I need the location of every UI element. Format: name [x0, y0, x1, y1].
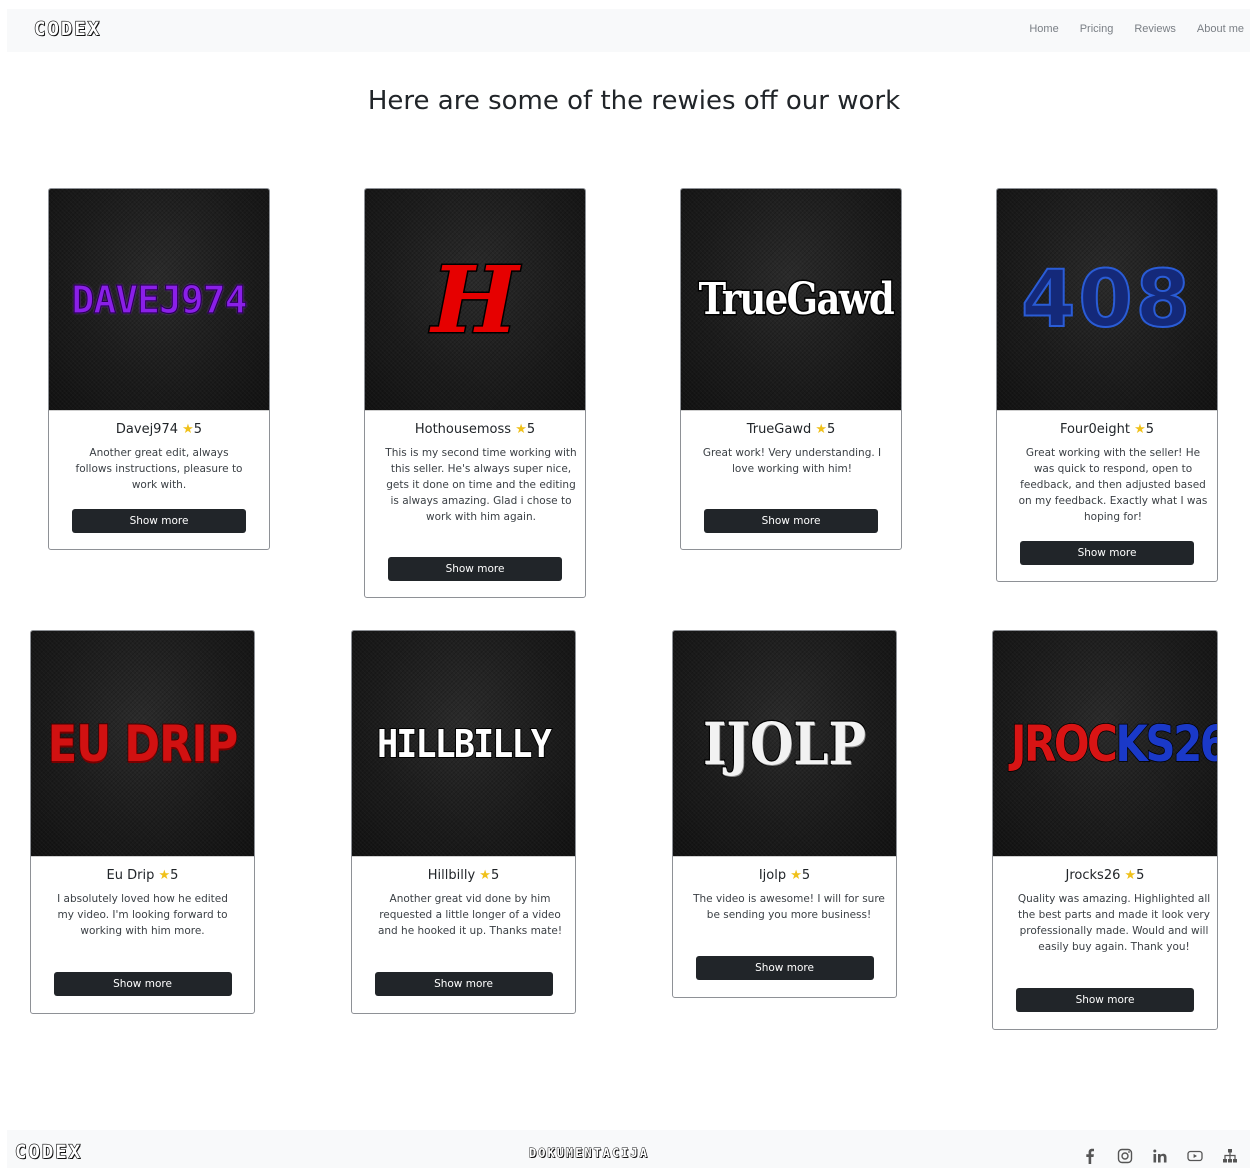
reviewer-name: Four0eight	[1059, 422, 1130, 437]
rating-value: 5	[1136, 868, 1145, 883]
review-text: Great working with the seller! He was qu…	[1018, 447, 1208, 523]
review-card-hothousemoss: H Hothousemoss ★5 This is my second time…	[364, 188, 586, 598]
review-title: Four0eight ★5	[1015, 422, 1199, 437]
star-icon: ★	[479, 868, 491, 883]
navbar: CODEX Home Pricing Reviews About me	[7, 9, 1250, 52]
review-text: I absolutely loved how he edited my vide…	[57, 893, 228, 937]
review-thumbnail: JROCKS26	[993, 631, 1217, 857]
review-card-truegawd: TrueGawd TrueGawd ★5 Great work! Very un…	[680, 188, 902, 550]
review-logo-image: HILLBILLY	[376, 721, 553, 766]
show-more-button[interactable]: Show more	[704, 509, 878, 533]
show-more-button[interactable]: Show more	[1020, 541, 1194, 565]
star-icon: ★	[1134, 422, 1146, 437]
reviewer-name: Hillbilly	[427, 868, 476, 883]
page-title: Here are some of the rewies off our work	[367, 86, 901, 116]
review-card-davej974: DAVEJ974 Davej974 ★5 Another great edit,…	[48, 188, 270, 550]
star-icon: ★	[815, 422, 828, 437]
show-more-button[interactable]: Show more	[72, 509, 246, 533]
reviewer-name: TrueGawd	[746, 422, 812, 437]
star-icon: ★	[182, 422, 194, 437]
sitemap-icon[interactable]	[1222, 1148, 1240, 1164]
review-card-ijolp: IJOLP Ijolp ★5 The video is awesome! I w…	[672, 630, 897, 998]
nav-link-home[interactable]: Home	[1029, 23, 1058, 35]
rating-value: 5	[801, 868, 811, 883]
review-text: The video is awesome! I will for sure be…	[693, 893, 885, 921]
review-title: TrueGawd ★5	[699, 422, 883, 437]
review-thumbnail: IJOLP	[673, 631, 896, 857]
review-title: Davej974 ★5	[67, 422, 251, 437]
review-thumbnail: HILLBILLY	[352, 631, 575, 857]
show-more-button[interactable]: Show more	[695, 956, 874, 980]
show-more-button[interactable]: Show more	[374, 972, 553, 996]
reviewer-name: Hothousemoss	[414, 422, 512, 437]
review-text: Another great vid done by him requested …	[377, 893, 563, 937]
show-more-button[interactable]: Show more	[53, 972, 232, 996]
review-title: Eu Drip ★5	[49, 868, 236, 883]
nav-link-pricing[interactable]: Pricing	[1080, 23, 1114, 35]
review-card-four0eight: 408 Four0eight ★5 Great working with the…	[996, 188, 1218, 582]
rating-value: 5	[526, 422, 536, 437]
star-icon: ★	[158, 868, 171, 883]
nav-link-about-me[interactable]: About me	[1197, 23, 1244, 35]
youtube-icon[interactable]	[1187, 1148, 1205, 1164]
nav-links: Home Pricing Reviews About me	[1029, 23, 1244, 35]
review-title: Ijolp ★5	[691, 868, 878, 883]
reviewer-name: Jrocks26	[1065, 868, 1121, 883]
rating-value: 5	[490, 868, 500, 883]
review-title: Jrocks26 ★5	[1011, 868, 1199, 883]
rating-value: 5	[193, 422, 203, 437]
review-logo-image: JROCKS26	[1010, 714, 1217, 773]
rating-value: 5	[1145, 422, 1155, 437]
review-card-hillbilly: HILLBILLY Hillbilly ★5 Another great vid…	[351, 630, 576, 1014]
review-text: Another great edit, always follows instr…	[75, 447, 243, 491]
review-card-eu-drip: EU DRIP Eu Drip ★5 I absolutely loved ho…	[30, 630, 255, 1014]
star-icon: ★	[790, 868, 802, 883]
review-thumbnail: H	[365, 189, 585, 411]
review-card-jrocks26: JROCKS26 Jrocks26 ★5 Quality was amazing…	[992, 630, 1218, 1030]
instagram-icon[interactable]	[1117, 1148, 1135, 1164]
rating-value: 5	[827, 422, 836, 437]
review-logo-image: EU DRIP	[47, 714, 239, 773]
star-icon: ★	[515, 422, 527, 437]
review-text: This is my second time working with this…	[385, 447, 577, 523]
review-thumbnail: 408	[997, 189, 1217, 411]
rating-value: 5	[170, 868, 179, 883]
reviewer-name: Ijolp	[758, 868, 787, 883]
documentation-link[interactable]: DOKUMENTACIJA	[529, 1146, 649, 1161]
review-thumbnail: EU DRIP	[31, 631, 254, 857]
review-text: Great work! Very understanding. I love w…	[702, 447, 882, 475]
review-logo-image: TrueGawd	[697, 273, 896, 325]
linkedin-icon[interactable]	[1152, 1148, 1170, 1164]
review-logo-image: 408	[1020, 254, 1193, 345]
review-text: Quality was amazing. Highlighted all the…	[1017, 893, 1211, 953]
show-more-button[interactable]: Show more	[1016, 988, 1194, 1012]
facebook-icon[interactable]	[1082, 1148, 1100, 1164]
footer: CODEX DOKUMENTACIJA	[7, 1130, 1250, 1168]
review-logo-image: DAVEJ974	[71, 277, 248, 322]
reviewer-name: Eu Drip	[106, 868, 155, 883]
reviewer-name: Davej974	[115, 422, 178, 437]
footer-brand-logo[interactable]: CODEX	[14, 1140, 82, 1163]
show-more-button[interactable]: Show more	[388, 557, 562, 581]
review-logo-image: H	[430, 245, 520, 354]
review-thumbnail: TrueGawd	[681, 189, 901, 411]
review-title: Hillbilly ★5	[370, 868, 557, 883]
nav-link-reviews[interactable]: Reviews	[1134, 23, 1176, 35]
navbar-brand-logo[interactable]: CODEX	[33, 17, 101, 40]
review-thumbnail: DAVEJ974	[49, 189, 269, 411]
social-links	[1082, 1148, 1240, 1164]
star-icon: ★	[1124, 868, 1137, 883]
review-logo-image: IJOLP	[702, 709, 867, 778]
review-title: Hothousemoss ★5	[383, 422, 567, 437]
